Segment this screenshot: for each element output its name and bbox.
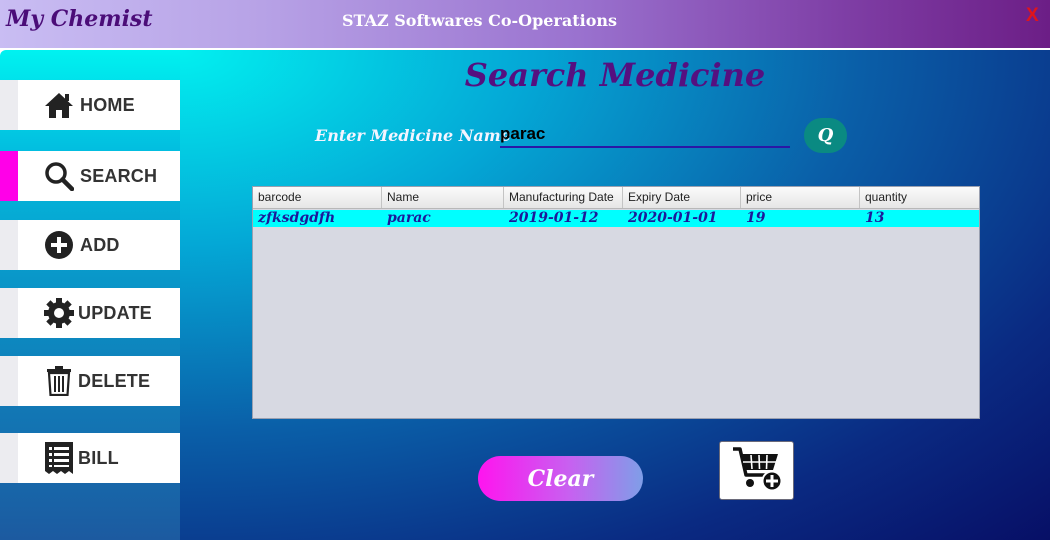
sidebar-item-add[interactable]: ADD [18, 220, 180, 270]
sidebar: HOME SEARCH ADD UPDATE DELETE BILL [0, 50, 180, 540]
company-name: STAZ Softwares Co-Operations [342, 11, 618, 30]
cell-quantity: 13 [865, 210, 885, 226]
column-header-manufacturing-date[interactable]: Manufacturing Date [504, 187, 623, 208]
sidebar-indicator-delete [0, 356, 18, 406]
cell-price: 19 [746, 210, 766, 226]
home-icon [44, 90, 74, 120]
sidebar-item-bill[interactable]: BILL [18, 433, 180, 483]
sidebar-item-search[interactable]: SEARCH [18, 151, 180, 201]
cell-barcode: zfksdgdfh [258, 210, 336, 226]
page-title: Search Medicine [464, 56, 766, 94]
cell-manufacturing-date: 2019-01-12 [509, 210, 599, 226]
search-icon [44, 161, 74, 191]
sidebar-indicator-update [0, 288, 18, 338]
table-row[interactable]: zfksdgdfh parac 2019-01-12 2020-01-01 19… [253, 210, 979, 227]
gear-icon [44, 298, 74, 328]
search-label: Enter Medicine Name [315, 126, 511, 145]
title-bar: My Chemist STAZ Softwares Co-Operations … [0, 0, 1050, 48]
app-title: My Chemist [6, 6, 153, 32]
add-to-cart-button[interactable] [719, 441, 794, 500]
sidebar-item-delete[interactable]: DELETE [18, 356, 180, 406]
column-header-name[interactable]: Name [382, 187, 504, 208]
cell-expiry-date: 2020-01-01 [628, 210, 718, 226]
plus-circle-icon [44, 230, 74, 260]
sidebar-indicator-add [0, 220, 18, 270]
sidebar-item-label: HOME [80, 94, 135, 115]
sidebar-indicator-home [0, 80, 18, 130]
sidebar-item-label: UPDATE [78, 302, 152, 323]
sidebar-item-label: SEARCH [80, 165, 158, 186]
column-header-barcode[interactable]: barcode [253, 187, 382, 208]
table-header: barcode Name Manufacturing Date Expiry D… [253, 187, 979, 209]
trash-icon [44, 366, 74, 396]
search-input[interactable] [500, 122, 790, 148]
close-button[interactable]: X [1026, 5, 1039, 27]
sidebar-item-label: ADD [80, 234, 120, 255]
sidebar-indicator-search [0, 151, 18, 201]
search-button[interactable]: Q [804, 118, 847, 153]
sidebar-item-home[interactable]: HOME [18, 80, 180, 130]
results-table: barcode Name Manufacturing Date Expiry D… [252, 186, 980, 419]
receipt-icon [44, 442, 74, 474]
main-panel: Search Medicine Enter Medicine Name Q ba… [180, 50, 1050, 540]
clear-button[interactable]: Clear [478, 456, 643, 501]
column-header-quantity[interactable]: quantity [860, 187, 979, 208]
cell-name: parac [387, 210, 431, 226]
sidebar-indicator-bill [0, 433, 18, 483]
sidebar-item-update[interactable]: UPDATE [18, 288, 180, 338]
sidebar-item-label: BILL [78, 447, 119, 468]
column-header-expiry-date[interactable]: Expiry Date [623, 187, 741, 208]
add-to-cart-icon [731, 445, 783, 496]
column-header-price[interactable]: price [741, 187, 860, 208]
sidebar-item-label: DELETE [78, 370, 151, 391]
